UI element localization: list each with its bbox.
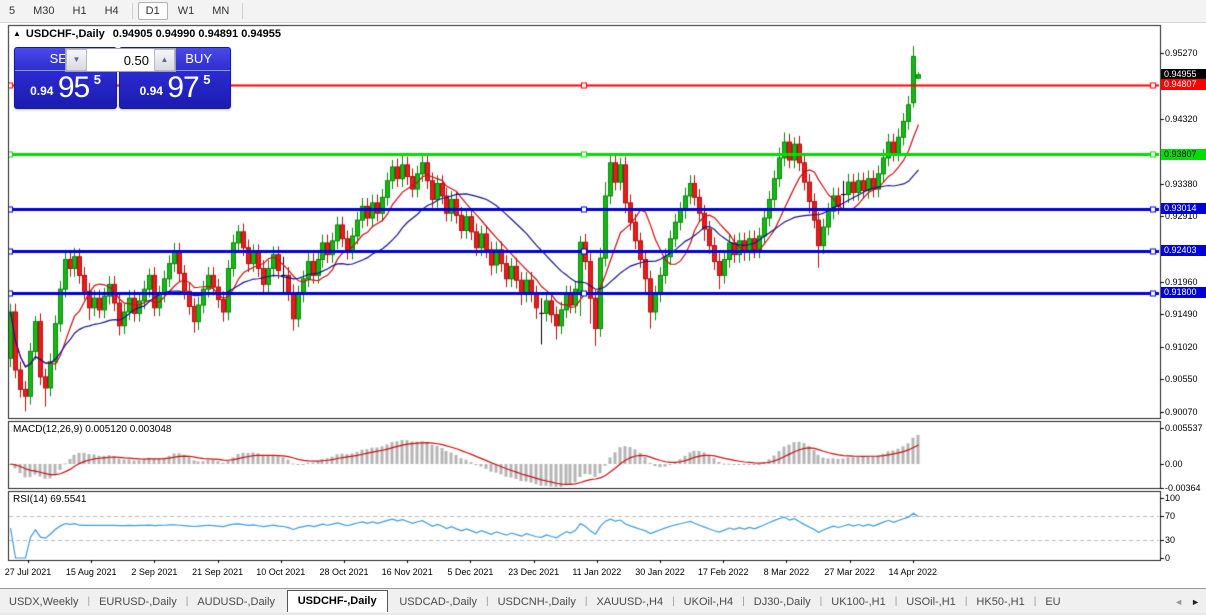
price-axis-tick: 0.91490	[1165, 309, 1198, 319]
lot-increase-button[interactable]: ▲	[154, 49, 175, 71]
timeframe-button-h4[interactable]: H4	[97, 2, 127, 20]
sell-price[interactable]: 0.94 95 5	[15, 71, 116, 107]
price-axis-tick: 0.90550	[1165, 374, 1198, 384]
date-label: 14 Apr 2022	[881, 567, 945, 577]
timeframe-button-d1[interactable]: D1	[138, 2, 168, 20]
date-label: 23 Dec 2021	[502, 567, 566, 577]
chart-tab-xauusd-h4[interactable]: XAUUSD-,H4	[587, 593, 672, 611]
lot-decrease-button[interactable]: ▼	[66, 49, 87, 71]
price-axis-tick: 0.93380	[1165, 179, 1198, 189]
chart-tab-dj30-daily[interactable]: DJ30-,Daily	[745, 593, 820, 611]
macd-axis-tick: 0.005537	[1165, 423, 1203, 433]
price-axis-tick: 0.94320	[1165, 114, 1198, 124]
sell-price-pip: 5	[94, 72, 101, 87]
price-axis-tick: 0.91960	[1165, 277, 1198, 287]
date-label: 17 Feb 2022	[691, 567, 755, 577]
chart-tab-eurusd-daily[interactable]: EURUSD-,Daily	[90, 593, 186, 611]
timeframe-button-w1[interactable]: W1	[170, 2, 203, 20]
buy-price-base: 0.94	[140, 84, 163, 98]
date-label: 16 Nov 2021	[375, 567, 439, 577]
macd-axis-tick: 0.00	[1165, 459, 1183, 469]
timeframe-button-m30[interactable]: M30	[25, 2, 62, 20]
date-label: 8 Mar 2022	[754, 567, 818, 577]
rsi-value: 69.5541	[50, 494, 86, 505]
tab-scroll-right-icon[interactable]: ►	[1191, 597, 1200, 607]
rsi-axis-tick: 70	[1165, 511, 1175, 521]
price-label-red-line-price: 0.94807	[1161, 79, 1206, 90]
timeframe-button-h1[interactable]: H1	[65, 2, 95, 20]
price-axis-tick: 0.90070	[1165, 407, 1198, 417]
macd-axis-tick: -0.00364	[1165, 483, 1201, 493]
sell-price-big: 95	[58, 71, 89, 104]
price-axis-tick: 0.91020	[1165, 342, 1198, 352]
date-label: 5 Dec 2021	[438, 567, 502, 577]
chart-tab-usdcnh-daily[interactable]: USDCNH-,Daily	[489, 593, 585, 611]
date-label: 28 Oct 2021	[312, 567, 376, 577]
toolbar-separator	[242, 3, 243, 19]
date-label: 21 Sep 2021	[186, 567, 250, 577]
chart-tab-usdchf-daily[interactable]: USDCHF-,Daily	[287, 590, 388, 612]
buy-price-pip: 5	[203, 72, 210, 87]
lot-size-input[interactable]	[87, 49, 154, 71]
chart-tab-bar: USDX,Weekly|EURUSD-,Daily|AUDUSD-,Daily …	[0, 588, 1206, 614]
rsi-label: RSI(14) 69.5541	[13, 494, 86, 505]
rsi-axis-tick: 0	[1165, 553, 1170, 563]
chart-ohlc-values: 0.94905 0.94990 0.94891 0.94955	[113, 28, 281, 40]
sell-price-base: 0.94	[30, 84, 53, 98]
date-label: 2 Sep 2021	[122, 567, 186, 577]
macd-name: MACD(12,26,9)	[13, 424, 82, 435]
date-label: 27 Jul 2021	[0, 567, 60, 577]
chart-tab-audusd-daily[interactable]: AUDUSD-,Daily	[188, 593, 284, 611]
rsi-name: RSI(14)	[13, 494, 47, 505]
toolbar-separator	[132, 3, 133, 19]
collapse-icon[interactable]: ▲	[13, 29, 21, 38]
chart-tab-eu[interactable]: EU	[1036, 593, 1072, 611]
rsi-axis-tick: 100	[1165, 493, 1180, 503]
date-label: 11 Jan 2022	[565, 567, 629, 577]
chart-symbol-period: USDCHF-,Daily	[26, 28, 105, 40]
chart-tab-hk50-h1[interactable]: HK50-,H1	[967, 593, 1033, 611]
chart-tab-usdcad-daily[interactable]: USDCAD-,Daily	[390, 593, 486, 611]
price-label-blue-line-price-1: 0.93014	[1161, 203, 1206, 214]
buy-price[interactable]: 0.94 97 5	[120, 71, 230, 107]
trading-platform-window: 5M30H1H4D1W1MN ▲USDCHF-,Daily0.94905 0.9…	[0, 0, 1206, 615]
price-axis-tick: 0.95270	[1165, 48, 1198, 58]
chart-tab-uk100-h1[interactable]: UK100-,H1	[822, 593, 894, 611]
macd-label: MACD(12,26,9) 0.005120 0.003048	[13, 424, 171, 435]
lot-size-stepper: ▼ ▲	[65, 48, 176, 72]
macd-values: 0.005120 0.003048	[85, 424, 171, 435]
rsi-axis-tick: 30	[1165, 535, 1175, 545]
timeframe-button-mn[interactable]: MN	[204, 2, 237, 20]
price-label-green-line-price: 0.93807	[1161, 149, 1206, 160]
date-label: 15 Aug 2021	[59, 567, 123, 577]
chart-tab-ukoil-h4[interactable]: UKOil-,H4	[675, 593, 743, 611]
timeframe-toolbar: 5M30H1H4 D1W1MN	[0, 0, 1206, 23]
chart-title: ▲ USDCHF-,Daily 0.94905 0.94990 0.94891 0.…	[13, 28, 281, 40]
date-label: 27 Mar 2022	[818, 567, 882, 577]
chart-tab-usoil-h1[interactable]: USOil-,H1	[897, 593, 965, 611]
date-label: 10 Oct 2021	[249, 567, 313, 577]
timeframe-button-5[interactable]: 5	[1, 2, 23, 20]
price-label-blue-line-price-2: 0.92403	[1161, 245, 1206, 256]
date-label: 30 Jan 2022	[628, 567, 692, 577]
buy-price-big: 97	[167, 71, 198, 104]
tab-scroll-left-icon[interactable]: ◄	[1174, 597, 1183, 607]
chart-tab-usdx-weekly[interactable]: USDX,Weekly	[0, 593, 87, 611]
price-label-blue-line-price-3: 0.91800	[1161, 287, 1206, 298]
